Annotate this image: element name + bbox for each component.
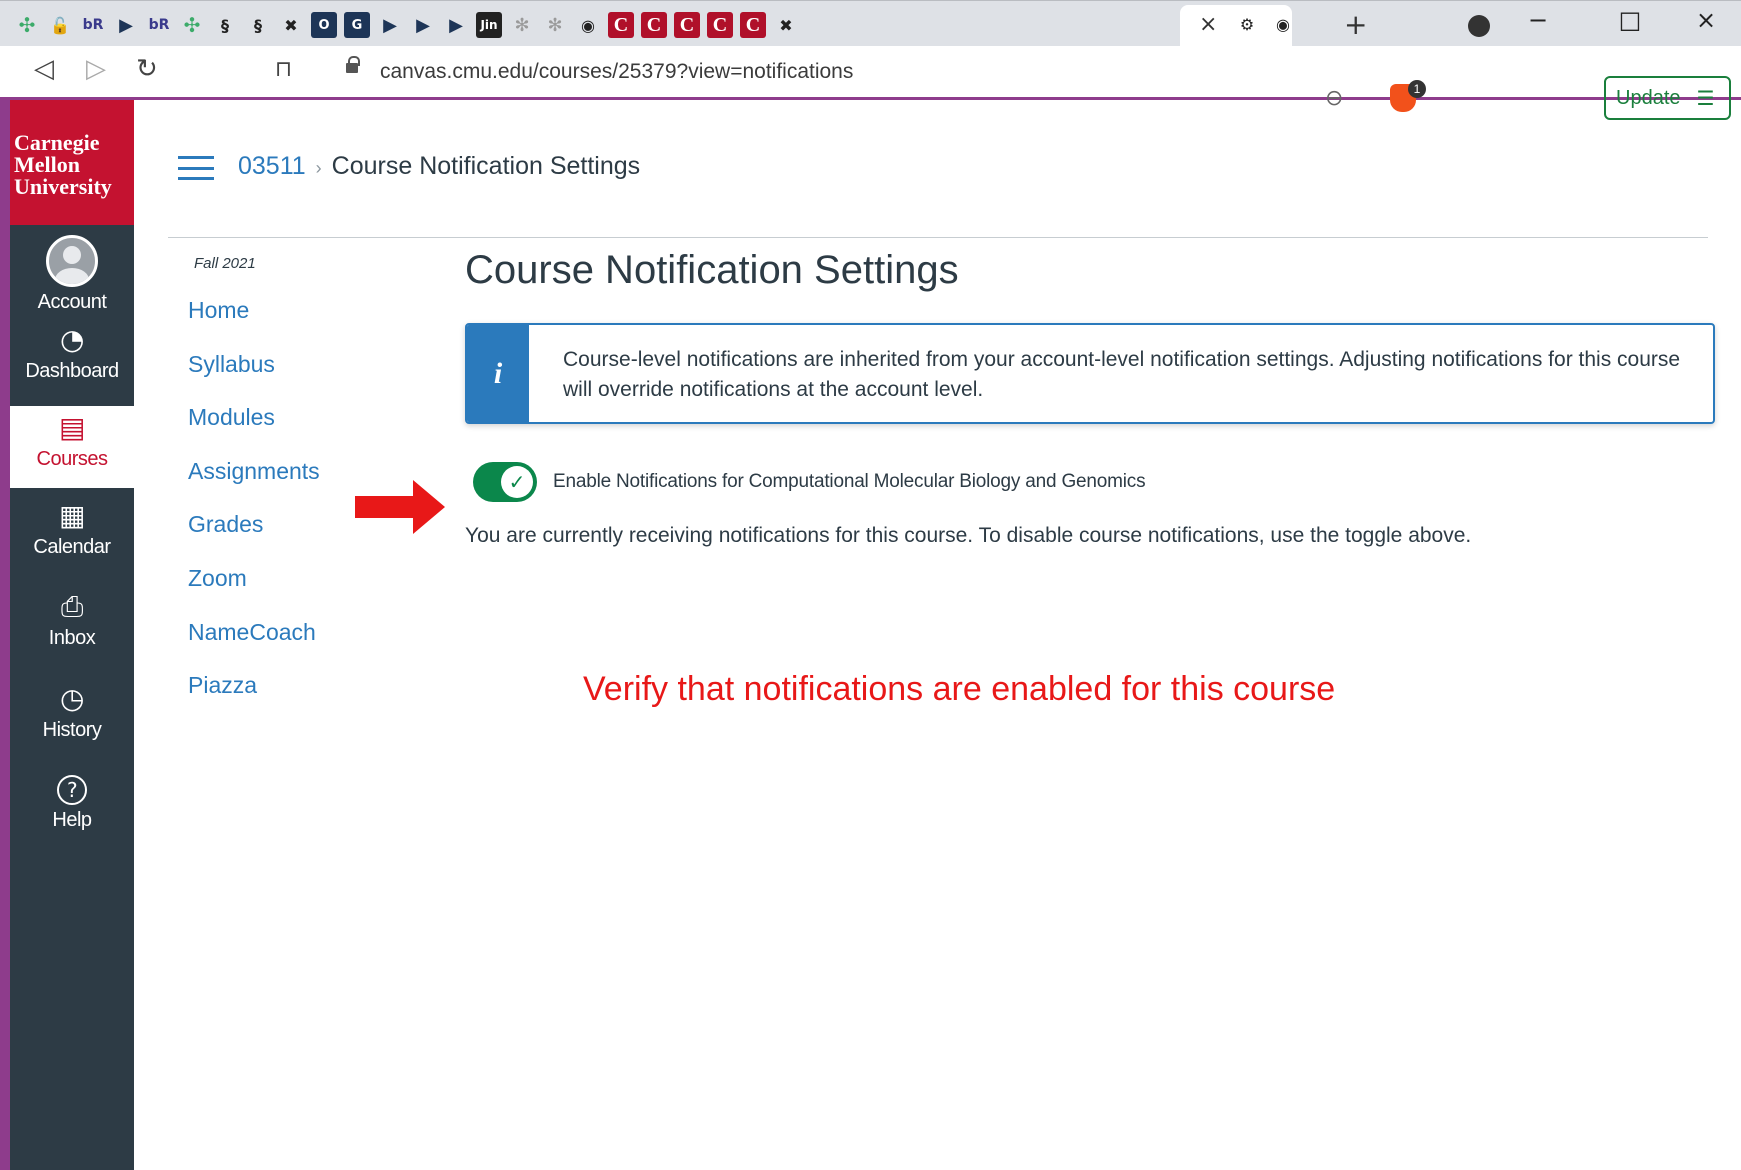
- toggle-label[interactable]: Enable Notifications for Computational M…: [553, 471, 1146, 493]
- jin-icon[interactable]: Jin: [476, 12, 502, 38]
- course-nav-home[interactable]: Home: [178, 295, 398, 349]
- course-nav-modules[interactable]: Modules: [178, 402, 398, 456]
- br-icon[interactable]: bR: [146, 12, 172, 38]
- cmu-logo[interactable]: Carnegie Mellon University: [10, 100, 134, 225]
- global-nav-history[interactable]: ◷ History: [10, 683, 134, 763]
- logo-line: Mellon: [14, 152, 80, 177]
- o-icon[interactable]: O: [311, 12, 337, 38]
- tab-list: ✣ 🔓 bR ▶ bR ✣ § § ✖ O G ▶ ▶ ▶ Jin ✻ ✻ ◉ C C C C C ✖: [14, 10, 799, 40]
- lock-open-icon[interactable]: 🔓: [47, 12, 73, 38]
- tab-search-icon[interactable]: [1468, 15, 1490, 37]
- course-term: Fall 2021: [194, 255, 256, 272]
- canvas-icon[interactable]: C: [608, 12, 634, 38]
- minimize-button[interactable]: −: [1508, 5, 1568, 39]
- global-nav-courses[interactable]: ▤ Courses: [10, 406, 134, 488]
- dashboard-icon: ◔: [60, 323, 84, 356]
- bookmark-icon[interactable]: ⊓: [275, 57, 292, 82]
- back-icon[interactable]: ◁: [34, 54, 54, 84]
- global-nav-calendar[interactable]: ▦ Calendar: [10, 500, 134, 580]
- canvas-icon[interactable]: C: [641, 12, 667, 38]
- annotation-arrow-icon: [355, 480, 445, 534]
- notification-toggle-row: ✓ Enable Notifications for Computational…: [473, 462, 1146, 502]
- arrow-icon[interactable]: ▶: [443, 12, 469, 38]
- crest-icon[interactable]: ✖: [278, 12, 304, 38]
- global-nav-label: Inbox: [48, 627, 96, 649]
- notification-status-text: You are currently receiving notification…: [465, 524, 1472, 547]
- url-text[interactable]: canvas.cmu.edu/courses/25379?view=notifi…: [380, 60, 853, 84]
- gear-icon[interactable]: ✻: [542, 12, 568, 38]
- arrow-icon[interactable]: ▶: [410, 12, 436, 38]
- global-nav-account[interactable]: Account: [10, 235, 134, 315]
- forward-icon[interactable]: ▷: [86, 54, 106, 84]
- arrow-icon[interactable]: ▶: [377, 12, 403, 38]
- courses-icon: ▤: [59, 411, 85, 444]
- breadcrumb-separator: ›: [315, 158, 322, 178]
- page-title: Course Notification Settings: [465, 248, 959, 292]
- g-icon[interactable]: G: [344, 12, 370, 38]
- main-content: Course Notification Settings i Course-le…: [465, 248, 1715, 547]
- course-nav-zoom[interactable]: Zoom: [178, 563, 398, 617]
- history-icon: ◷: [60, 682, 84, 715]
- canvas-icon[interactable]: C: [674, 12, 700, 38]
- inbox-icon: ⎙: [61, 590, 83, 623]
- avatar: [46, 235, 98, 287]
- crest-icon[interactable]: ✖: [773, 12, 799, 38]
- tab-close-icon[interactable]: ×: [1199, 12, 1217, 37]
- globe-icon[interactable]: ◉: [575, 12, 601, 38]
- global-nav-label: Calendar: [33, 536, 111, 558]
- close-window-button[interactable]: ×: [1676, 5, 1736, 39]
- dna-icon[interactable]: §: [212, 12, 238, 38]
- annotation-text: Verify that notifications are enabled fo…: [583, 670, 1336, 708]
- global-nav-label: Account: [37, 291, 107, 313]
- maximize-button[interactable]: □: [1600, 5, 1660, 39]
- global-nav-label: History: [42, 719, 102, 741]
- global-nav-label: Help: [52, 809, 92, 831]
- course-nav-piazza[interactable]: Piazza: [178, 670, 398, 724]
- canvas-icon[interactable]: C: [707, 12, 733, 38]
- global-nav-label: Dashboard: [25, 360, 119, 382]
- settings-icon[interactable]: ⚙: [1234, 11, 1260, 37]
- canvas-page: Carnegie Mellon University Account ◔ Das…: [0, 100, 1741, 1170]
- browser-toolbar: ◁ ▷ ↻ ⊓ canvas.cmu.edu/courses/25379?vie…: [0, 46, 1741, 100]
- logo-line: Carnegie: [14, 130, 100, 155]
- help-icon: ?: [57, 775, 87, 805]
- course-nav-namecoach[interactable]: NameCoach: [178, 617, 398, 671]
- calendar-icon: ▦: [59, 499, 85, 532]
- br-icon[interactable]: bR: [80, 12, 106, 38]
- reload-icon[interactable]: ↻: [136, 54, 158, 84]
- global-navigation: Carnegie Mellon University Account ◔ Das…: [10, 100, 134, 1170]
- brave-badge: 1: [1408, 80, 1426, 98]
- globe-icon[interactable]: ◉: [1270, 11, 1296, 37]
- slack-icon[interactable]: ✣: [14, 12, 40, 38]
- global-nav-inbox[interactable]: ⎙ Inbox: [10, 591, 134, 671]
- browser-tab-strip: ✣ 🔓 bR ▶ bR ✣ § § ✖ O G ▶ ▶ ▶ Jin ✻ ✻ ◉ C C C C C ✖ × ⚙ ◉ + − □…: [0, 0, 1741, 47]
- alert-message: Course-level notifications are inherited…: [563, 348, 1681, 401]
- dna-icon[interactable]: §: [245, 12, 271, 38]
- checkmark-icon: ✓: [501, 466, 533, 498]
- hamburger-menu-icon[interactable]: [178, 156, 214, 180]
- gear-icon[interactable]: ✻: [509, 12, 535, 38]
- logo-line: University: [14, 174, 112, 199]
- global-nav-dashboard[interactable]: ◔ Dashboard: [10, 324, 134, 404]
- slack-icon[interactable]: ✣: [179, 12, 205, 38]
- arrow-icon[interactable]: ▶: [113, 12, 139, 38]
- breadcrumb-current: Course Notification Settings: [331, 152, 641, 180]
- global-nav-label: Courses: [36, 448, 108, 470]
- notification-toggle[interactable]: ✓: [473, 462, 537, 502]
- address-bar[interactable]: canvas.cmu.edu/courses/25379?view=notifi…: [330, 51, 1430, 91]
- breadcrumb: 03511 › Course Notification Settings: [238, 152, 640, 181]
- breadcrumb-course-link[interactable]: 03511: [238, 152, 306, 180]
- canvas-icon[interactable]: C: [740, 12, 766, 38]
- page-header: 03511 › Course Notification Settings: [168, 100, 1708, 238]
- global-nav-help[interactable]: ? Help: [10, 775, 134, 855]
- course-nav-syllabus[interactable]: Syllabus: [178, 349, 398, 403]
- info-alert: i Course-level notifications are inherit…: [465, 323, 1715, 424]
- info-icon: i: [467, 325, 529, 422]
- new-tab-button[interactable]: +: [1344, 8, 1367, 41]
- lock-icon: [346, 56, 360, 73]
